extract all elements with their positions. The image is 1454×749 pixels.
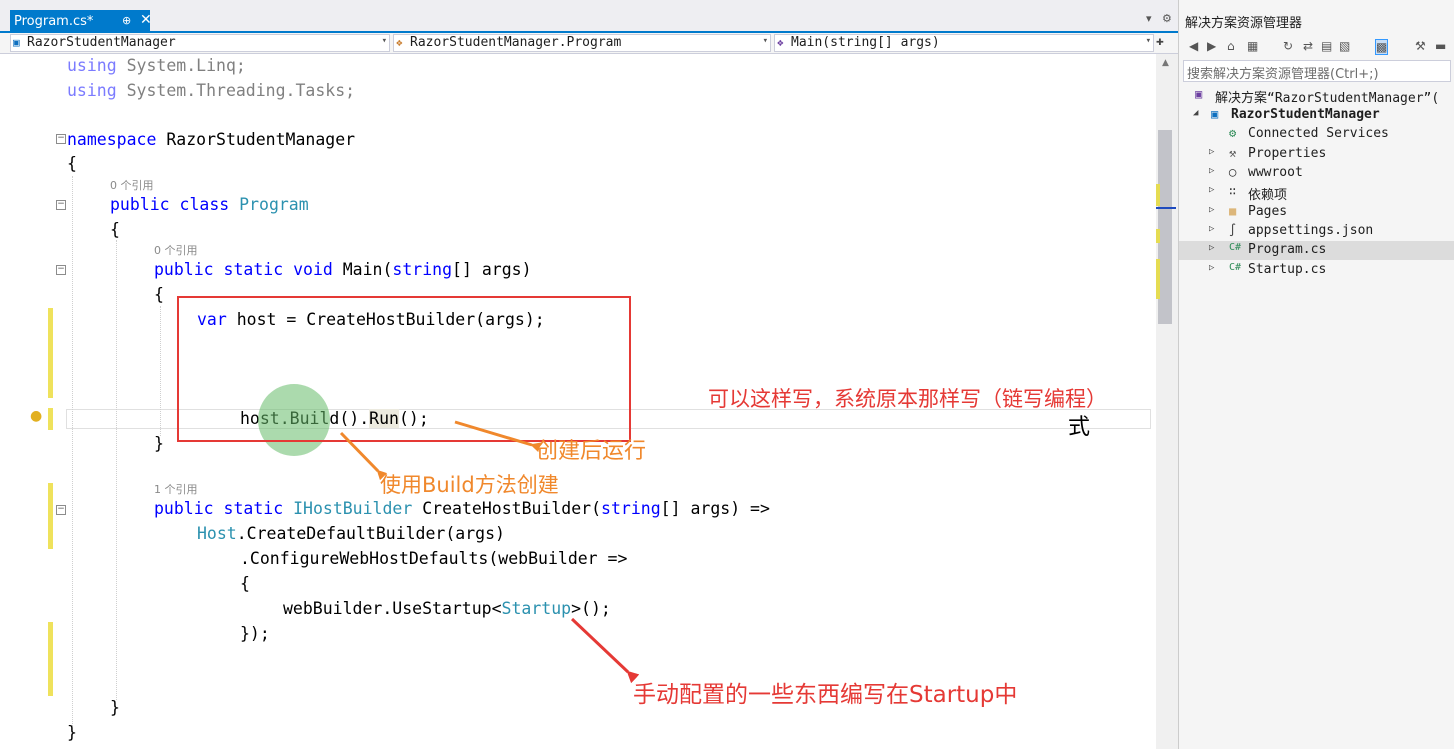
expanded-arrow-icon[interactable]: ◢	[1193, 108, 1198, 118]
arrow-to-run	[454, 420, 542, 453]
tree-item-label: 解决方案“RazorStudentManager”(	[1215, 91, 1440, 106]
tree-item-appsettings[interactable]: ▷ ∫ appsettings.json	[1179, 222, 1454, 241]
tree-item-label: appsettings.json	[1248, 223, 1374, 238]
tree-item-connected-services[interactable]: ⚙ Connected Services	[1179, 125, 1454, 144]
tree-item-solution[interactable]: ▣ 解决方案“RazorStudentManager”(	[1179, 86, 1454, 106]
tree-item-label: Properties	[1248, 146, 1327, 161]
tree-item-label: Startup.cs	[1248, 262, 1327, 277]
tree-item-label: Connected Services	[1248, 126, 1389, 141]
preview-icon[interactable]: ▬	[1435, 39, 1446, 53]
tree-item-label: Pages	[1248, 204, 1288, 219]
annotation-startup-note: 手动配置的一些东西编写在Startup中	[633, 682, 1018, 708]
annotation-chain-note: 可以这样写，系统原本那样写（链写编程）	[708, 387, 1107, 411]
wrench-icon: ⚒	[1229, 146, 1237, 160]
tree-item-program-cs[interactable]: ▷ C# Program.cs	[1179, 241, 1454, 260]
solution-explorer-title: 解决方案资源管理器	[1185, 16, 1303, 31]
history-icon[interactable]: ↻	[1283, 39, 1293, 53]
tree-item-label: 依赖项	[1248, 188, 1288, 203]
tree-item-pages[interactable]: ▷ ■ Pages	[1179, 203, 1454, 222]
collapsed-arrow-icon[interactable]: ▷	[1209, 205, 1214, 215]
collapsed-arrow-icon[interactable]: ▷	[1209, 147, 1214, 157]
globe-icon: ◯	[1229, 165, 1237, 179]
properties-icon[interactable]: ⚒	[1415, 39, 1426, 53]
sync-icon[interactable]: ⇄	[1303, 39, 1313, 53]
tree-item-project[interactable]: ◢ ▣ RazorStudentManager	[1179, 106, 1454, 125]
csharp-file-icon: C#	[1229, 262, 1242, 273]
solution-search-input[interactable]: 搜索解决方案资源管理器(Ctrl+;)	[1183, 60, 1451, 82]
tree-item-dependencies[interactable]: ▷ ∷ 依赖项	[1179, 183, 1454, 203]
collapsed-arrow-icon[interactable]: ▷	[1209, 166, 1214, 176]
collapsed-arrow-icon[interactable]: ▷	[1209, 243, 1214, 253]
switch-views-icon[interactable]: ▦	[1247, 39, 1258, 53]
connected-services-icon: ⚙	[1229, 126, 1237, 140]
track-active-icon[interactable]: ▩	[1375, 39, 1389, 55]
dependencies-icon: ∷	[1229, 184, 1237, 198]
forward-icon[interactable]: ▶	[1207, 39, 1216, 53]
tree-item-label: RazorStudentManager	[1231, 107, 1380, 122]
search-placeholder: 搜索解决方案资源管理器(Ctrl+;)	[1187, 67, 1379, 82]
collapsed-arrow-icon[interactable]: ▷	[1209, 263, 1214, 273]
csharp-file-icon: C#	[1229, 242, 1242, 253]
tree-item-wwwroot[interactable]: ▷ ◯ wwwroot	[1179, 164, 1454, 183]
tree-item-properties[interactable]: ▷ ⚒ Properties	[1179, 145, 1454, 164]
collapsed-arrow-icon[interactable]: ▷	[1209, 185, 1214, 195]
tree-item-label: wwwroot	[1248, 165, 1303, 180]
solution-explorer-toolbar: ◀ ▶ ⌂ ▦ ↻ ⇄ ▤ ▧ ▩ ⚒ ▬	[1179, 36, 1454, 58]
collapse-all-icon[interactable]: ▤	[1321, 39, 1332, 53]
solution-explorer: 解决方案资源管理器 ◀ ▶ ⌂ ▦ ↻ ⇄ ▤ ▧ ▩ ⚒ ▬ 搜索解决方案资源…	[1178, 0, 1454, 749]
tree-item-startup-cs[interactable]: ▷ C# Startup.cs	[1179, 261, 1454, 280]
annotation-fragment: 式	[1068, 415, 1091, 440]
csharp-project-icon: ▣	[1211, 107, 1219, 121]
collapsed-arrow-icon[interactable]: ▷	[1209, 224, 1214, 234]
show-all-files-icon[interactable]: ▧	[1339, 39, 1350, 53]
arrow-to-startup	[570, 617, 640, 684]
annotation-run-note: 创建后运行	[536, 439, 647, 464]
home-icon[interactable]: ⌂	[1227, 39, 1235, 53]
annotation-build-note: 使用Build方法创建	[380, 473, 559, 497]
json-file-icon: ∫	[1229, 223, 1237, 237]
arrow-to-build	[339, 431, 388, 481]
folder-icon: ■	[1229, 204, 1237, 218]
back-icon[interactable]: ◀	[1189, 39, 1198, 53]
tree-item-label: Program.cs	[1248, 242, 1327, 257]
solution-icon: ▣	[1195, 87, 1203, 101]
